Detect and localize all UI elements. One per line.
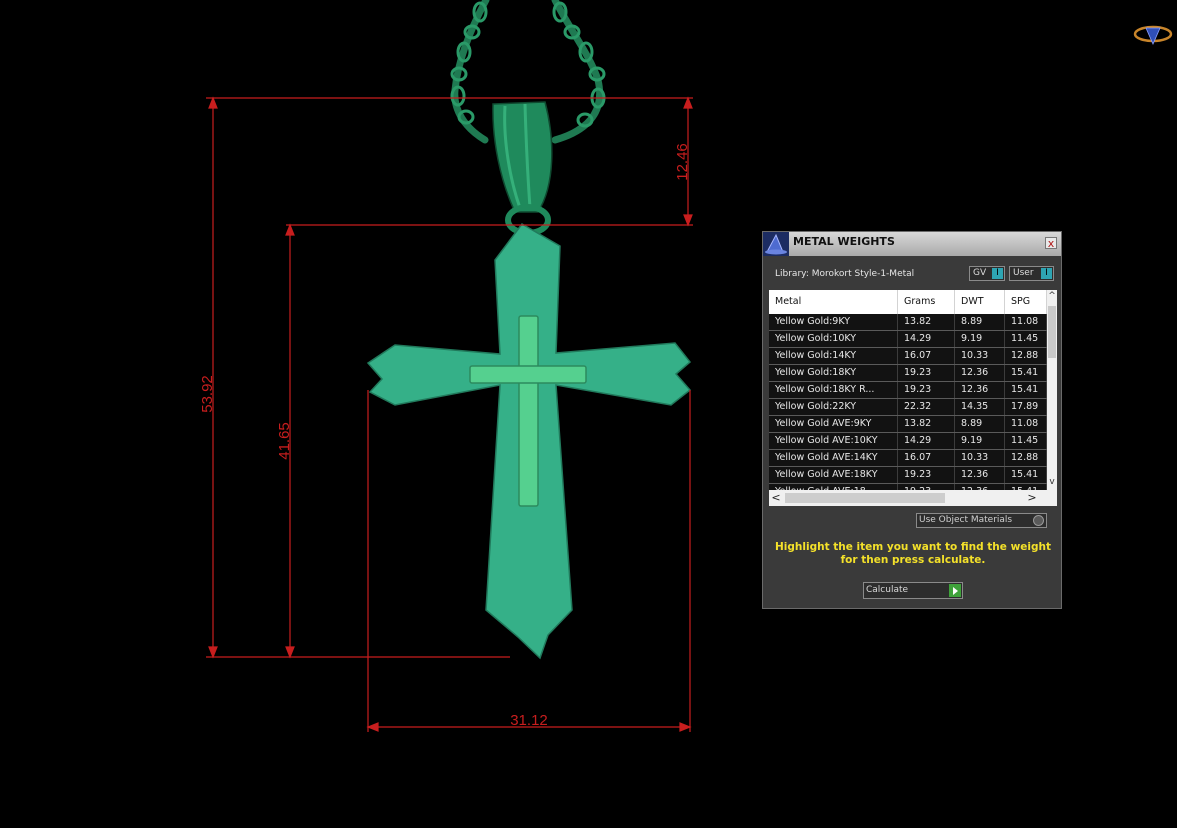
- relief-cross: [469, 315, 587, 507]
- cell-spg: 12.88: [1005, 348, 1047, 364]
- cell-dwt: 12.36: [955, 467, 1005, 483]
- cell-metal: Yellow Gold:18KY: [769, 365, 898, 381]
- cell-spg: 11.08: [1005, 416, 1047, 432]
- vertical-scroll-thumb[interactable]: [1048, 306, 1056, 358]
- dimension-lines: [206, 96, 693, 732]
- gv-label: GV: [973, 268, 987, 278]
- cell-grams: 19.23: [898, 382, 955, 398]
- cell-grams: 19.23: [898, 365, 955, 381]
- calculate-label: Calculate: [866, 585, 909, 595]
- table-body: Yellow Gold:9KY 13.82 8.89 11.08 Yellow Gol…: [769, 314, 1047, 501]
- column-header-spg[interactable]: SPG: [1005, 290, 1047, 314]
- dim-width: 31.12: [510, 712, 548, 729]
- table-row[interactable]: Yellow Gold:10KY 14.29 9.19 11.45: [769, 331, 1047, 348]
- cell-dwt: 8.89: [955, 416, 1005, 432]
- cell-metal: Yellow Gold:10KY: [769, 331, 898, 347]
- cell-metal: Yellow Gold AVE:9KY: [769, 416, 898, 432]
- use-object-materials-option[interactable]: Use Object Materials: [916, 513, 1047, 528]
- vertical-scrollbar[interactable]: ^ v: [1047, 290, 1057, 490]
- cell-grams: 13.82: [898, 314, 955, 330]
- table-row[interactable]: Yellow Gold:18KY R... 19.23 12.36 15.41: [769, 382, 1047, 399]
- table-row[interactable]: Yellow Gold:14KY 16.07 10.33 12.88: [769, 348, 1047, 365]
- cell-spg: 11.08: [1005, 314, 1047, 330]
- gv-library-button[interactable]: GV I: [969, 266, 1005, 281]
- cell-grams: 16.07: [898, 348, 955, 364]
- instructions-line-1: Highlight the item you want to find the …: [775, 541, 1051, 553]
- horizontal-scrollbar[interactable]: < >: [769, 490, 1057, 506]
- table-row[interactable]: Yellow Gold:22KY 22.32 14.35 17.89: [769, 399, 1047, 416]
- cell-metal: Yellow Gold:18KY R...: [769, 382, 898, 398]
- cell-dwt: 14.35: [955, 399, 1005, 415]
- ring-logo-icon: [1133, 25, 1173, 45]
- horizontal-scroll-thumb[interactable]: [785, 493, 945, 503]
- column-header-metal[interactable]: Metal: [769, 290, 898, 314]
- cell-dwt: 8.89: [955, 314, 1005, 330]
- cell-metal: Yellow Gold:22KY: [769, 399, 898, 415]
- cell-spg: 15.41: [1005, 382, 1047, 398]
- dim-total-height: 53.92: [199, 375, 216, 413]
- column-header-dwt[interactable]: DWT: [955, 290, 1005, 314]
- radio-icon[interactable]: [1033, 515, 1044, 526]
- bail: [492, 101, 553, 236]
- close-button[interactable]: x: [1045, 237, 1057, 249]
- dim-bail-height: 12.46: [674, 143, 691, 181]
- calculate-button[interactable]: Calculate: [863, 582, 963, 599]
- instructions-line-2: for then press calculate.: [840, 554, 986, 566]
- cell-dwt: 9.19: [955, 331, 1005, 347]
- table-row[interactable]: Yellow Gold:18KY 19.23 12.36 15.41: [769, 365, 1047, 382]
- metal-weights-panel: METAL WEIGHTS x Library: Morokort Style-…: [762, 231, 1062, 609]
- cell-dwt: 10.33: [955, 348, 1005, 364]
- table-header: Metal Grams DWT SPG: [769, 290, 1047, 315]
- user-label: User: [1013, 268, 1034, 278]
- gv-toggle-icon: I: [992, 268, 1003, 279]
- scroll-right-icon[interactable]: >: [1025, 490, 1039, 506]
- cell-metal: Yellow Gold AVE:14KY: [769, 450, 898, 466]
- panel-titlebar[interactable]: METAL WEIGHTS x: [763, 232, 1061, 256]
- cell-spg: 17.89: [1005, 399, 1047, 415]
- table-row[interactable]: Yellow Gold AVE:9KY 13.82 8.89 11.08: [769, 416, 1047, 433]
- table-row[interactable]: Yellow Gold AVE:18KY 19.23 12.36 15.41: [769, 467, 1047, 484]
- metal-table: Metal Grams DWT SPG Yellow Gold:9KY 13.82…: [769, 290, 1057, 506]
- cell-dwt: 12.36: [955, 365, 1005, 381]
- panel-title: METAL WEIGHTS: [793, 235, 895, 248]
- cell-grams: 16.07: [898, 450, 955, 466]
- cell-spg: 11.45: [1005, 433, 1047, 449]
- cell-dwt: 10.33: [955, 450, 1005, 466]
- cell-grams: 19.23: [898, 467, 955, 483]
- use-object-materials-label: Use Object Materials: [919, 515, 1013, 525]
- cell-grams: 14.29: [898, 433, 955, 449]
- wizard-hat-icon: [763, 232, 789, 256]
- cell-dwt: 12.36: [955, 382, 1005, 398]
- cell-metal: Yellow Gold:9KY: [769, 314, 898, 330]
- cell-spg: 15.41: [1005, 365, 1047, 381]
- cell-metal: Yellow Gold AVE:18KY: [769, 467, 898, 483]
- cell-metal: Yellow Gold:14KY: [769, 348, 898, 364]
- table-row[interactable]: Yellow Gold AVE:10KY 14.29 9.19 11.45: [769, 433, 1047, 450]
- table-row[interactable]: Yellow Gold:9KY 13.82 8.89 11.08: [769, 314, 1047, 331]
- user-library-button[interactable]: User I: [1009, 266, 1054, 281]
- table-row[interactable]: Yellow Gold AVE:14KY 16.07 10.33 12.88: [769, 450, 1047, 467]
- cell-metal: Yellow Gold AVE:10KY: [769, 433, 898, 449]
- cell-dwt: 9.19: [955, 433, 1005, 449]
- user-toggle-icon: I: [1041, 268, 1052, 279]
- instructions-text: Highlight the item you want to find the …: [773, 541, 1053, 567]
- cell-grams: 14.29: [898, 331, 955, 347]
- play-arrow-icon: [949, 584, 961, 597]
- cell-grams: 13.82: [898, 416, 955, 432]
- scroll-down-icon[interactable]: v: [1047, 476, 1057, 488]
- column-header-grams[interactable]: Grams: [898, 290, 955, 314]
- cell-spg: 12.88: [1005, 450, 1047, 466]
- dim-body-height: 41.65: [276, 422, 293, 460]
- cell-spg: 15.41: [1005, 467, 1047, 483]
- scroll-up-icon[interactable]: ^: [1047, 290, 1057, 302]
- cell-spg: 11.45: [1005, 331, 1047, 347]
- cell-grams: 22.32: [898, 399, 955, 415]
- library-label: Library: Morokort Style-1-Metal: [775, 269, 915, 279]
- scroll-left-icon[interactable]: <: [769, 490, 783, 506]
